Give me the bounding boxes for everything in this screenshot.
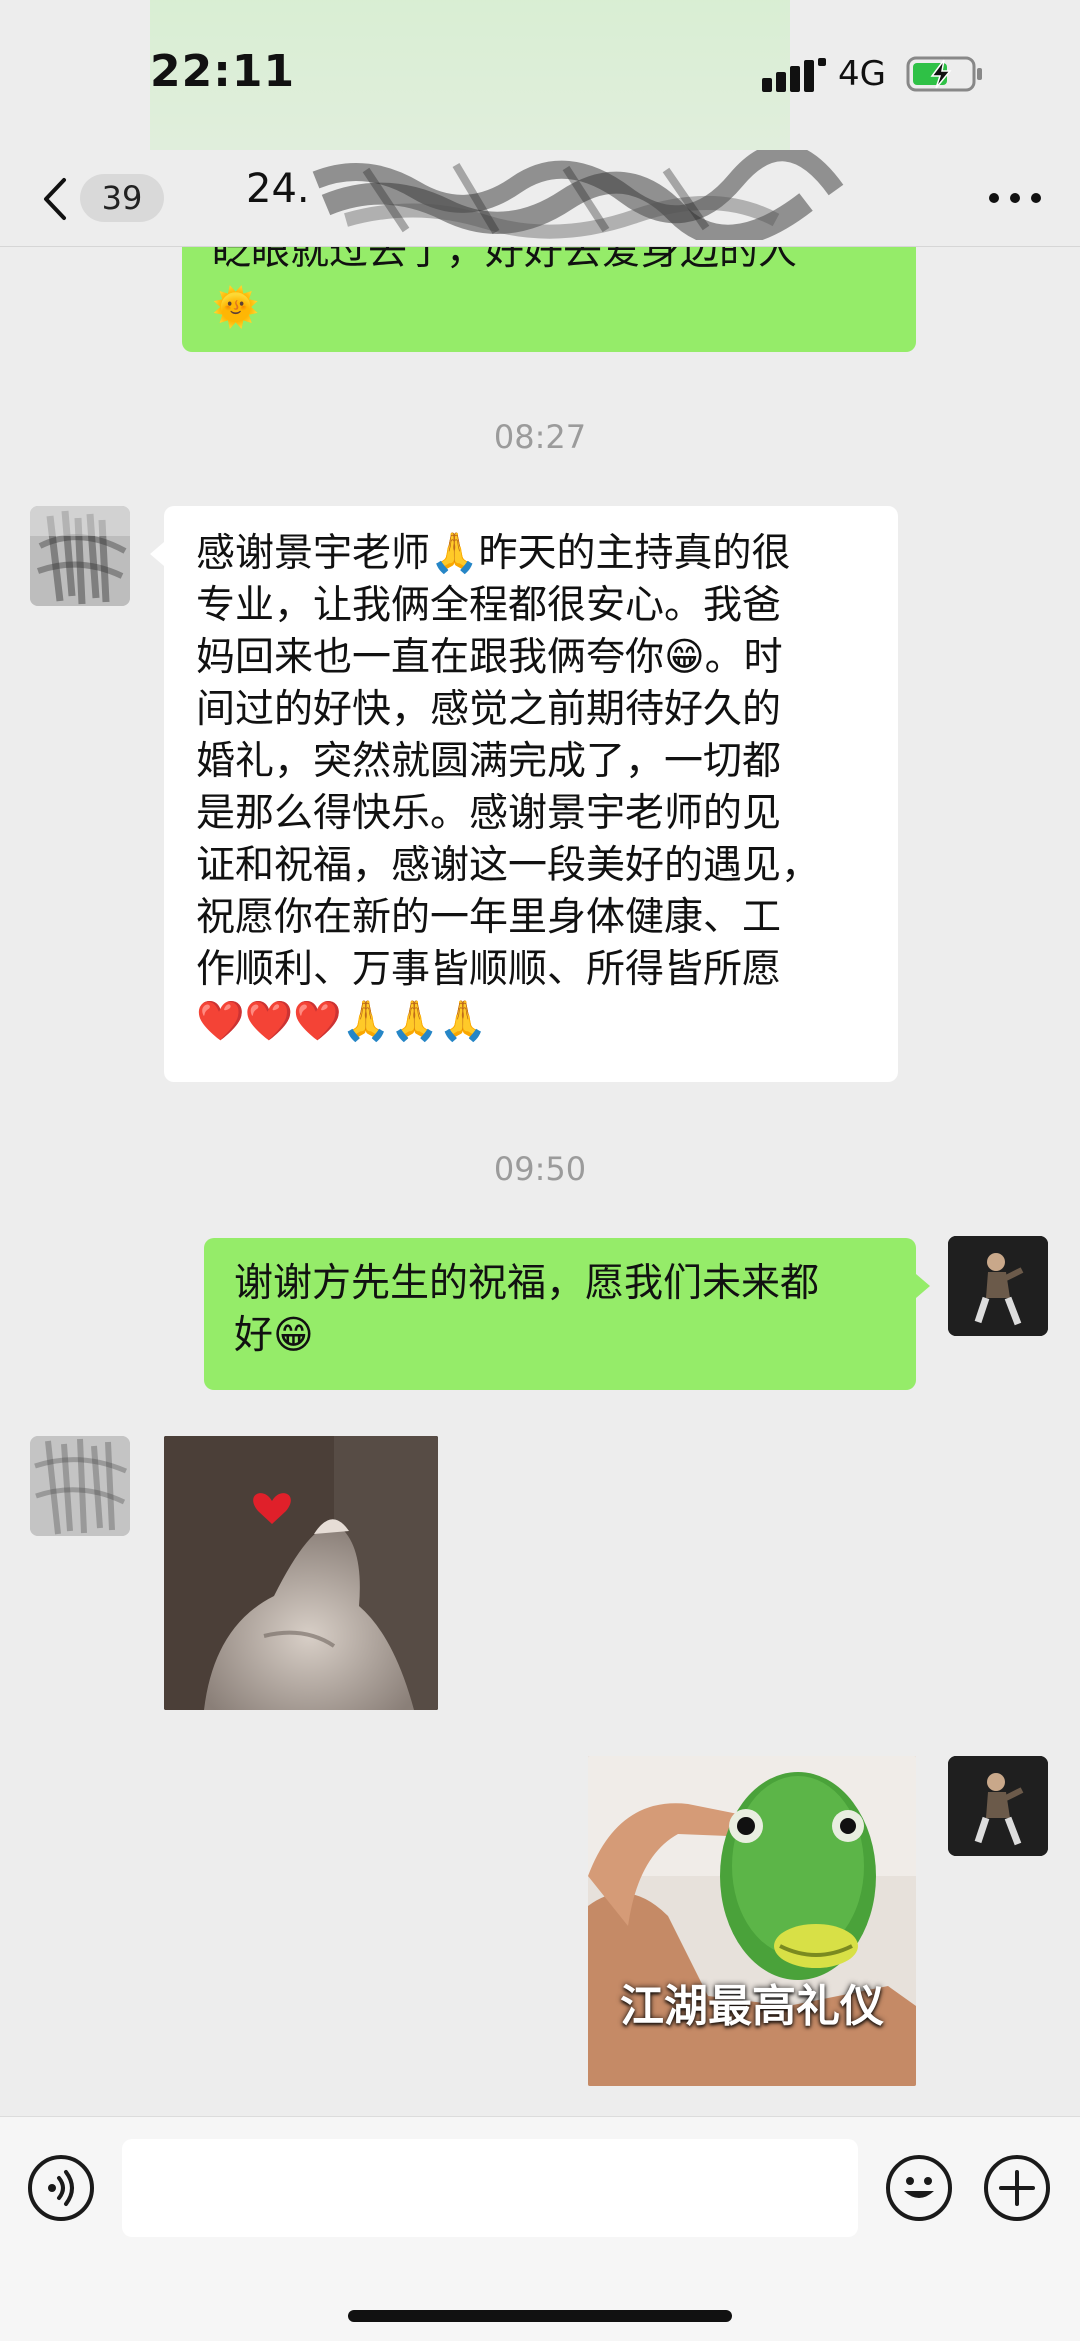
message-line: 作顺利、万事皆顺顺、所得皆所愿 xyxy=(196,947,782,992)
fish-mask-salute-image xyxy=(588,1756,916,2086)
chevron-left-icon xyxy=(44,178,66,220)
message-line: 感谢景宇老师🙏昨天的主持真的很 xyxy=(196,531,791,576)
avatar-contact[interactable] xyxy=(30,506,130,606)
voice-icon xyxy=(48,2170,74,2206)
plus-button[interactable] xyxy=(984,2155,1050,2221)
message-line: 间过的好快，感觉之前期待好久的 xyxy=(196,687,782,732)
back-button[interactable]: 39 xyxy=(30,162,170,234)
sun-emoji: 🌞 xyxy=(212,285,260,329)
message-input[interactable] xyxy=(122,2139,858,2237)
sticker-incoming-cat[interactable] xyxy=(164,1436,438,1710)
status-time: 22:11 xyxy=(150,46,296,97)
avatar-person-image xyxy=(948,1756,1048,1856)
emoji-icon xyxy=(904,2177,934,2198)
emoji-button[interactable] xyxy=(886,2155,952,2221)
status-bar: 22:11 4G xyxy=(0,0,1080,150)
more-dots-icon[interactable] xyxy=(980,168,1050,228)
message-bubble-incoming[interactable]: 感谢景宇老师🙏昨天的主持真的很 专业，让我俩全程都很安心。我爸 妈回来也一直在跟… xyxy=(150,506,898,1082)
voice-button[interactable] xyxy=(28,2155,94,2221)
signal-icon xyxy=(762,58,826,92)
message-line: 好😁 xyxy=(234,1313,314,1358)
avatar-contact[interactable] xyxy=(30,1436,130,1536)
title-redaction-scribble xyxy=(312,150,844,240)
home-indicator[interactable] xyxy=(348,2310,732,2322)
message-bubble-outgoing[interactable]: 谢谢方先生的祝福，愿我们未来都 好😁 xyxy=(204,1238,930,1390)
nav-bar: 39 24. xyxy=(0,150,1080,247)
battery-icon xyxy=(906,56,982,92)
cat-sticker-image xyxy=(164,1436,438,1710)
input-bar xyxy=(0,2116,1080,2341)
message-line: 祝愿你在新的一年里身体健康、工 xyxy=(196,895,782,940)
timestamp: 08:27 xyxy=(493,418,587,456)
chat-title: 24. xyxy=(246,166,310,212)
message-line: 专业，让我俩全程都很安心。我爸 xyxy=(196,583,782,628)
message-line: 谢谢方先生的祝福，愿我们未来都 xyxy=(234,1261,820,1306)
avatar-blur-image xyxy=(30,506,130,606)
message-line: 证和祝福，感谢这一段美好的遇见， xyxy=(196,843,821,888)
sticker-caption: 江湖最高礼仪 xyxy=(620,1981,884,2032)
network-label: 4G xyxy=(838,54,886,94)
sticker-outgoing-salute[interactable]: 江湖最高礼仪 xyxy=(588,1756,916,2086)
chat-screen: 22:11 4G 39 24. 眨眼就过去了，好好去爱身边的人 🌞 08:27 … xyxy=(0,0,1080,2341)
avatar-self[interactable] xyxy=(948,1756,1048,1856)
unread-count-badge: 39 xyxy=(80,174,164,222)
message-line: 是那么得快乐。感谢景宇老师的见 xyxy=(196,791,782,836)
avatar-self[interactable] xyxy=(948,1236,1048,1336)
message-line: 婚礼，突然就圆满完成了，一切都 xyxy=(196,739,782,784)
message-line: 妈回来也一直在跟我俩夸你😁。时 xyxy=(196,635,783,680)
plus-icon xyxy=(999,2170,1035,2206)
avatar-person-image xyxy=(948,1236,1048,1336)
message-emoji-line: ❤️❤️❤️🙏🙏🙏 xyxy=(196,999,488,1044)
avatar-blur-image xyxy=(30,1436,130,1536)
timestamp: 09:50 xyxy=(493,1150,587,1188)
